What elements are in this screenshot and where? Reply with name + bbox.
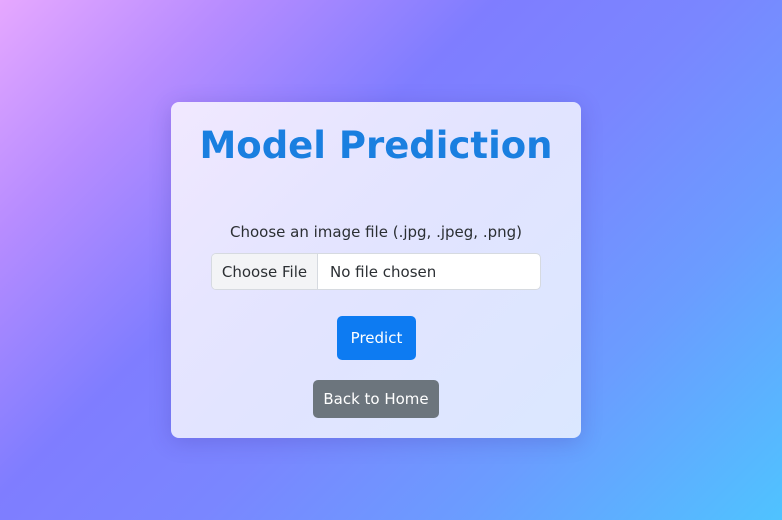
prediction-card: Model Prediction Choose an image file (.… xyxy=(171,102,581,438)
file-input[interactable]: Choose File No file chosen xyxy=(211,253,541,290)
back-to-home-button[interactable]: Back to Home xyxy=(313,380,439,418)
file-status-text: No file chosen xyxy=(330,262,437,281)
page-title: Model Prediction xyxy=(199,124,553,167)
predict-button[interactable]: Predict xyxy=(337,316,416,360)
file-input-label: Choose an image file (.jpg, .jpeg, .png) xyxy=(230,223,522,241)
choose-file-button[interactable]: Choose File xyxy=(212,254,318,289)
